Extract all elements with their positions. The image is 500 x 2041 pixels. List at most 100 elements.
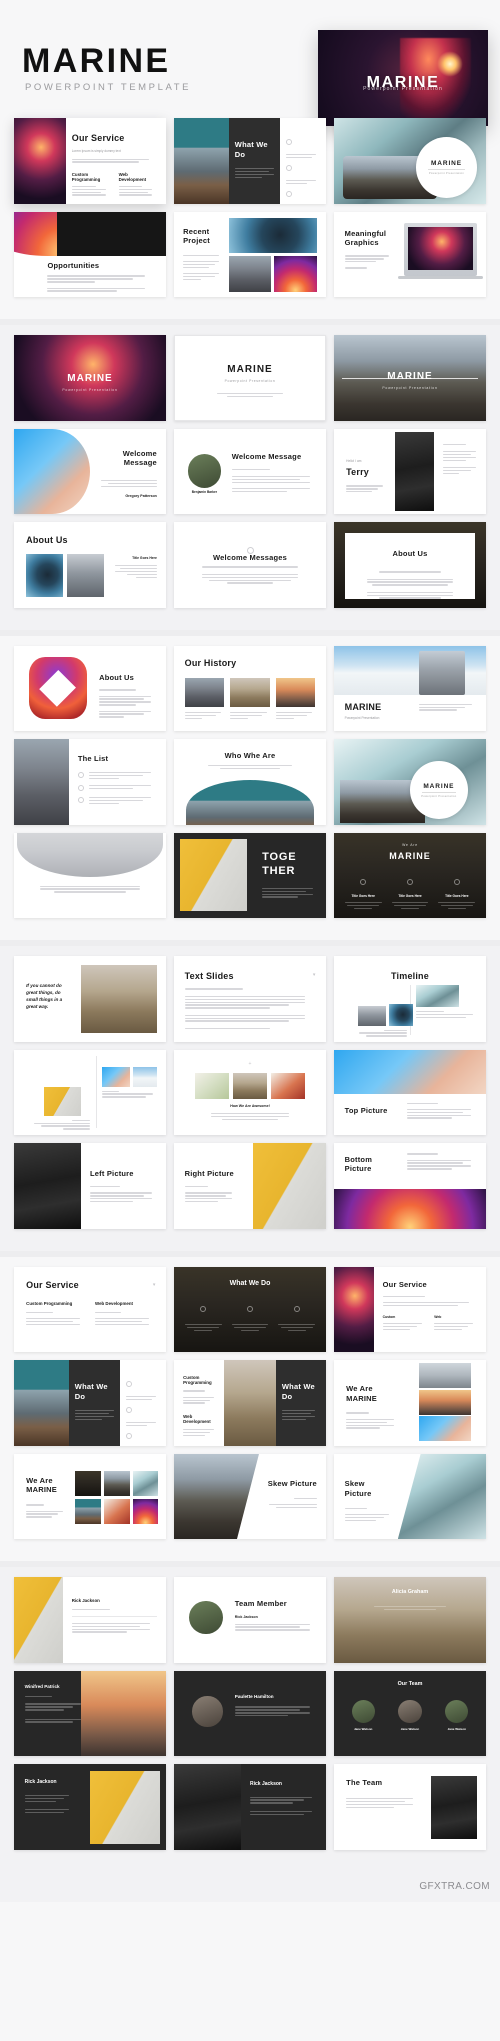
slide-welcome-messages[interactable]: Welcome Messages	[174, 522, 326, 608]
slide-rick-jackson-photo[interactable]: Rick Jackson	[174, 1764, 326, 1850]
slide-welcome-message-avatar[interactable]: Benjamin Barker Welcome Message	[174, 428, 326, 514]
printer-icon	[453, 878, 460, 885]
slide-winifred-patrick[interactable]: Winifred Patrick	[14, 1670, 166, 1756]
slide-title: Opportunities	[47, 261, 100, 271]
slide-title-light[interactable]: MARINE Powerpoint Presentation	[174, 335, 326, 421]
portrait-image	[394, 431, 435, 511]
slide-rick-jackson[interactable]: Rick Jackson	[14, 1577, 166, 1663]
slide-skew-picture-left[interactable]: Skew Picture	[174, 1453, 326, 1539]
grid-image-2	[103, 1470, 130, 1497]
slide-meaningful-graphics[interactable]: Meaningful Graphics	[334, 211, 486, 297]
col-title: Custom	[382, 1315, 396, 1320]
slide-recent-project[interactable]: Recent Project	[174, 211, 326, 297]
mountain-image	[186, 780, 314, 825]
slide-what-we-do-mountain[interactable]: What We Do	[14, 1360, 166, 1446]
avatar	[192, 1696, 223, 1727]
slide-title-dark[interactable]: MARINE Powerpoint Presentation	[14, 335, 166, 421]
slide-how-we-are-awesome[interactable]: + How We Are Awesome!	[174, 1049, 326, 1135]
climbers-image	[419, 650, 465, 696]
printer-icon	[286, 191, 293, 198]
marine-badge: MARINE Powerpoint Presentation	[410, 761, 468, 819]
printer-icon	[126, 1433, 133, 1440]
slide-about-us-photos[interactable]: About Us Title Goes Here	[14, 522, 166, 608]
section-team: Rick Jackson Team Member Rick Jackson Al…	[0, 1567, 500, 1872]
template-preview-page: MARINE POWERPOINT TEMPLATE MARINE Powerp…	[0, 0, 500, 1902]
grid-image-1	[74, 1470, 101, 1497]
slide-marine-wave-circle[interactable]: MARINE Powerpoint Presentation	[334, 739, 486, 825]
target-icon	[126, 1406, 133, 1413]
slide-we-are-marine-dark[interactable]: We Are MARINE Title Goes Here Title Goes…	[334, 832, 486, 918]
item-title: Title Goes Here	[351, 893, 375, 898]
slide-our-service-two-col[interactable]: Our Service ▾ Custom Programming Web Dev…	[14, 1266, 166, 1352]
slide-what-we-do-dark[interactable]: What We Do	[174, 1266, 326, 1352]
slide-quote[interactable]: If you cannot do great things, do small …	[14, 956, 166, 1042]
slide-subtitle: Lorem Ipsum is simply dummy text	[71, 148, 121, 153]
item-title: Title Goes Here	[398, 893, 422, 898]
grid-image-2	[419, 1389, 471, 1415]
slide-our-service[interactable]: Our Service Lorem Ipsum is simply dummy …	[14, 118, 166, 204]
slide-skew-picture-right[interactable]: Skew Picture	[334, 1453, 486, 1539]
slide-marine-snow[interactable]: MARINE Powerpoint Presentation	[334, 645, 486, 731]
slide-rick-jackson-dark[interactable]: Rick Jackson	[14, 1764, 166, 1850]
slide-what-we-do-split[interactable]: Custom Programming Web Development What …	[174, 1360, 326, 1446]
member-photo	[174, 1764, 241, 1850]
slide-subtitle: Powerpoint Presentation	[382, 386, 438, 391]
quote-text: If you cannot do great things, do small …	[26, 982, 63, 1009]
slide-our-service-photo[interactable]: Our Service Custom Web	[334, 1266, 486, 1352]
history-image-3	[275, 677, 316, 708]
slide-top-picture[interactable]: Top Picture	[334, 1049, 486, 1135]
slide-alicia-graham[interactable]: Alicia Graham	[334, 1577, 486, 1663]
hero-preview-card[interactable]: MARINE Powerpoint Presentation	[318, 30, 488, 126]
architecture-image	[17, 832, 163, 877]
slide-about-us-torus[interactable]: About Us	[14, 645, 166, 731]
slide-row: We Are MARINE Skew Picture Skew Picture	[0, 1453, 500, 1539]
slide-title: What We Do	[74, 1382, 108, 1401]
top-image	[334, 1049, 486, 1094]
slide-the-team[interactable]: The Team	[334, 1764, 486, 1850]
slide-we-are-marine-grid[interactable]: We Are MARINE	[334, 1360, 486, 1446]
slide-paulette-hamilton[interactable]: Paulette Hamilton	[174, 1670, 326, 1756]
street-image	[14, 739, 69, 825]
slide-quote-architecture[interactable]	[14, 832, 166, 918]
slide-team-member[interactable]: Team Member Rick Jackson	[174, 1577, 326, 1663]
section-title-slides: MARINE Powerpoint Presentation MARINE Po…	[0, 325, 500, 630]
slide-welcome-message-circle[interactable]: Welcome Message Gregory Patterson	[14, 428, 166, 514]
mountain-image	[14, 1360, 69, 1446]
slide-opportunities[interactable]: Opportunities	[14, 211, 166, 297]
page-subtitle: POWERPOINT TEMPLATE	[25, 82, 192, 93]
slide-title: MARINE	[227, 364, 273, 376]
slide-title: What We Do	[234, 140, 268, 159]
chevron-down-icon[interactable]: ▾	[153, 1282, 156, 1288]
slide-our-history[interactable]: Our History	[174, 645, 326, 731]
slide-what-we-do[interactable]: What We Do	[174, 118, 326, 204]
slide-together[interactable]: TOGE THER	[174, 832, 326, 918]
slide-our-team[interactable]: Our Team Jane Watson Jane Watson Jane Wa…	[334, 1670, 486, 1756]
lens-image	[228, 218, 317, 253]
watermark: GFXTRA.COM	[419, 1881, 490, 1892]
slide-about-us-frame[interactable]: About Us	[334, 522, 486, 608]
slide-title: Our History	[184, 658, 237, 669]
slide-title: The List	[77, 754, 109, 764]
slide-marine-circle[interactable]: MARINE Powerpoint Presentation	[334, 118, 486, 204]
history-image-2	[230, 677, 270, 708]
slide-row: Rick Jackson Team Member Rick Jackson Al…	[0, 1577, 500, 1663]
slide-who-whe-are[interactable]: Who Whe Are	[174, 739, 326, 825]
chevron-down-icon[interactable]: ▾	[313, 972, 316, 978]
member-name: Rick Jackson	[24, 1779, 57, 1786]
slide-left-picture[interactable]: Left Picture	[14, 1143, 166, 1229]
page-title: MARINE	[22, 42, 171, 80]
slide-gallery-two-up[interactable]	[14, 1049, 166, 1135]
slide-bottom-picture[interactable]: Bottom Picture	[334, 1143, 486, 1229]
gallery-image-2	[102, 1066, 130, 1088]
slide-we-are-marine-six[interactable]: We Are MARINE	[14, 1453, 166, 1539]
slide-hello-terry[interactable]: Hello! I am Terry	[334, 428, 486, 514]
slide-the-list[interactable]: The List	[14, 739, 166, 825]
slide-title: MARINE	[387, 370, 433, 382]
col-title: Web	[434, 1315, 442, 1320]
slide-right-picture[interactable]: Right Picture	[174, 1143, 326, 1229]
slide-title: TOGE THER	[262, 851, 297, 878]
slide-title-photo[interactable]: MARINE Powerpoint Presentation	[334, 335, 486, 421]
slide-timeline[interactable]: Timeline	[334, 956, 486, 1042]
slide-text-slides[interactable]: Text Slides ▾	[174, 956, 326, 1042]
slide-title: We Are MARINE	[346, 1383, 377, 1403]
